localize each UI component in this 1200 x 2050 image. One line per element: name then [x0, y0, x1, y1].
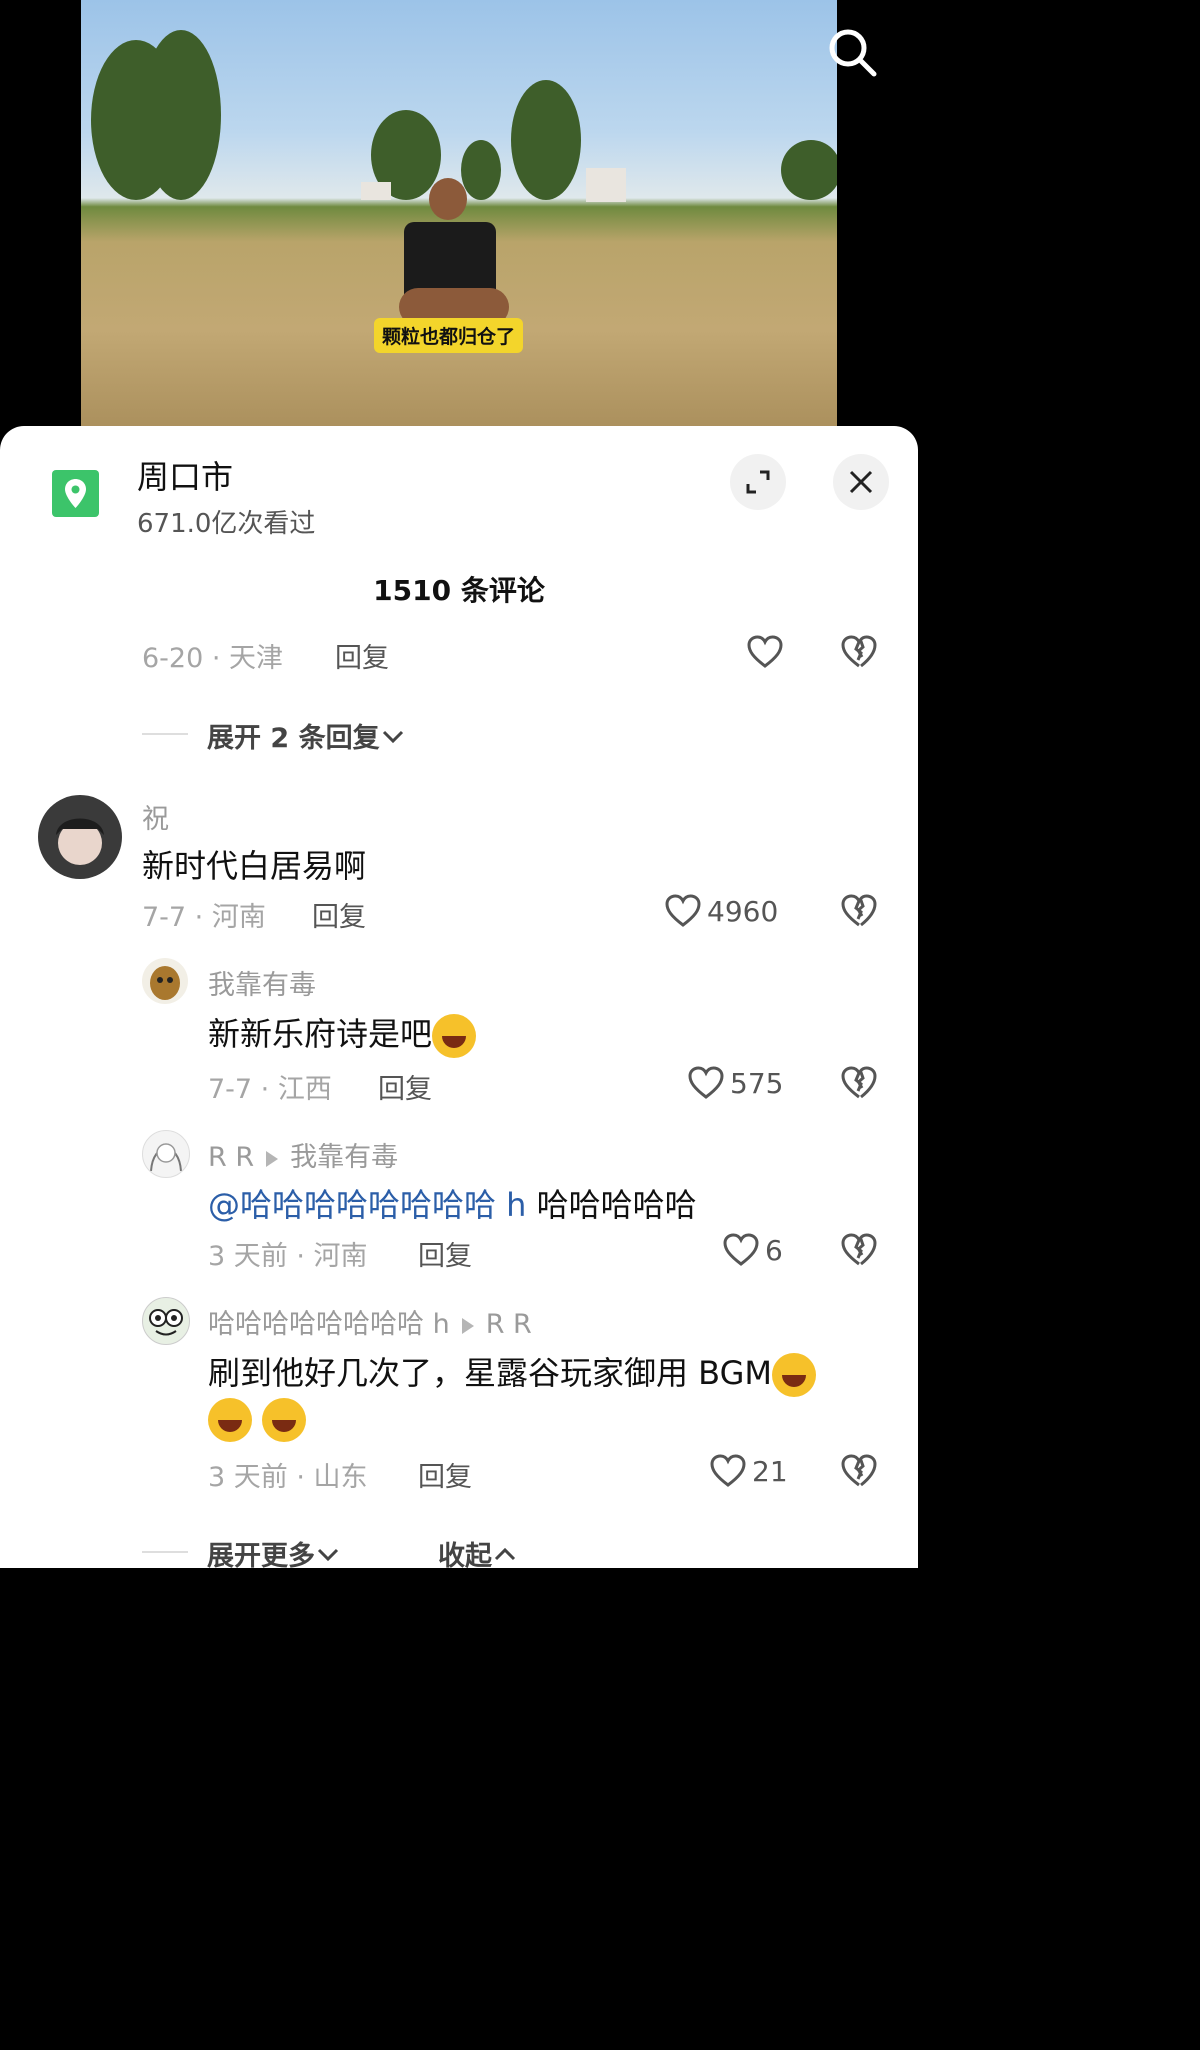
reply-meta: 3 天前 · 山东	[208, 1462, 368, 1493]
video-frame[interactable]	[81, 0, 837, 440]
laughing-emoji-icon	[432, 1014, 477, 1058]
heart-icon	[665, 894, 701, 927]
location-title[interactable]: 周口市	[137, 452, 233, 498]
avatar[interactable]	[142, 1130, 190, 1178]
reply-button[interactable]: 回复	[335, 636, 389, 675]
reply-target-name[interactable]: 我靠有毒	[290, 1142, 398, 1173]
reply-author-name[interactable]: 哈哈哈哈哈哈哈哈 h	[208, 1309, 450, 1340]
expand-replies-label: 展开 2 条回复	[207, 723, 380, 754]
chevron-down-icon	[382, 730, 403, 743]
dislike-button[interactable]	[839, 891, 879, 931]
like-count: 4960	[707, 894, 779, 928]
like-count: 575	[730, 1066, 784, 1100]
like-button[interactable]: 6	[721, 1230, 783, 1270]
avatar[interactable]	[142, 958, 188, 1004]
reply-button[interactable]: 回复	[418, 1234, 472, 1273]
comment-author[interactable]: 祝	[142, 797, 169, 836]
dislike-button[interactable]	[839, 1451, 879, 1491]
expand-more-label: 展开更多	[207, 1541, 315, 1572]
location-views: 671.0亿次看过	[137, 509, 316, 539]
heart-icon	[723, 1233, 759, 1266]
avatar[interactable]	[142, 1297, 190, 1345]
reply-meta: 3 天前 · 河南	[208, 1241, 368, 1272]
broken-heart-icon	[841, 1454, 877, 1487]
reply-author: R R 我靠有毒	[208, 1135, 398, 1174]
reply-text: @哈哈哈哈哈哈哈哈 h 哈哈哈哈哈	[208, 1186, 697, 1224]
comment-text: 新时代白居易啊	[142, 847, 367, 885]
reply-author[interactable]: 我靠有毒	[208, 963, 316, 1002]
like-button[interactable]	[745, 632, 789, 672]
reply-text: 新新乐府诗是吧	[208, 1009, 477, 1058]
avatar[interactable]	[38, 795, 122, 879]
like-count: 21	[752, 1454, 788, 1488]
like-button[interactable]: 575	[686, 1063, 783, 1103]
divider-line	[142, 1551, 188, 1553]
expand-more-button[interactable]: 展开更多	[207, 1534, 341, 1573]
reply-meta: 7-7 · 江西	[208, 1074, 332, 1105]
divider-line	[142, 733, 188, 735]
broken-heart-icon	[841, 1066, 877, 1099]
reply-button[interactable]: 回复	[312, 895, 366, 934]
collapse-button[interactable]: 收起	[438, 1534, 518, 1573]
like-button[interactable]: 4960	[663, 891, 778, 931]
reply-arrow-icon	[266, 1150, 279, 1167]
expand-replies-button[interactable]: 展开 2 条回复	[207, 716, 406, 755]
reply-target-name[interactable]: R R	[486, 1309, 532, 1340]
dislike-button[interactable]	[839, 1230, 879, 1270]
video-caption: 颗粒也都归仓了	[374, 318, 524, 353]
like-button[interactable]: 21	[708, 1451, 788, 1491]
close-icon	[849, 470, 873, 494]
chevron-down-icon	[317, 1548, 339, 1561]
reply-text: 刷到他好几次了，星露谷玩家御用 BGM	[208, 1348, 816, 1397]
heart-icon	[688, 1066, 724, 1099]
expand-button[interactable]	[730, 454, 786, 510]
laughing-emoji-icon	[771, 1353, 816, 1397]
comment-count: 1510 条评论	[373, 574, 545, 607]
expand-icon	[746, 470, 770, 494]
reply-arrow-icon	[461, 1317, 474, 1334]
heart-icon	[747, 635, 783, 668]
collapse-label: 收起	[438, 1541, 492, 1572]
broken-heart-icon	[841, 635, 877, 668]
video-player[interactable]: 颗粒也都归仓了	[0, 0, 918, 440]
chevron-up-icon	[494, 1547, 516, 1560]
search-icon[interactable]	[824, 24, 880, 80]
laughing-emoji-icon	[208, 1398, 252, 1442]
dislike-button[interactable]	[839, 632, 879, 672]
dislike-button[interactable]	[839, 1063, 879, 1103]
close-button[interactable]	[833, 454, 889, 510]
like-count: 6	[765, 1233, 783, 1267]
comment-meta: 6-20 · 天津	[142, 643, 284, 674]
reply-text-emojis	[208, 1398, 307, 1442]
comment-meta: 7-7 · 河南	[142, 902, 266, 933]
broken-heart-icon	[841, 894, 877, 927]
laughing-emoji-icon	[262, 1398, 307, 1442]
broken-heart-icon	[841, 1233, 877, 1266]
reply-author: 哈哈哈哈哈哈哈哈 h R R	[208, 1302, 532, 1341]
reply-button[interactable]: 回复	[378, 1067, 432, 1106]
mention-link[interactable]: @哈哈哈哈哈哈哈哈 h	[208, 1186, 526, 1224]
location-icon[interactable]	[52, 470, 99, 517]
reply-button[interactable]: 回复	[418, 1455, 472, 1494]
heart-icon	[710, 1454, 746, 1487]
reply-author-name[interactable]: R R	[208, 1142, 254, 1173]
